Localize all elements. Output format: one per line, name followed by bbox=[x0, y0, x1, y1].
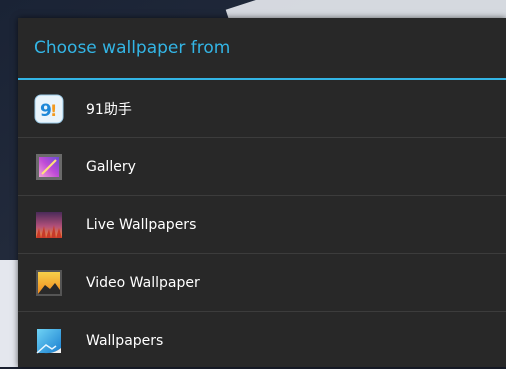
option-video-wallpaper[interactable]: Video Wallpaper bbox=[18, 254, 506, 312]
option-label: Live Wallpapers bbox=[86, 216, 197, 233]
live-wallpapers-icon bbox=[34, 210, 64, 240]
option-label: Gallery bbox=[86, 158, 136, 175]
option-gallery[interactable]: Gallery bbox=[18, 138, 506, 196]
dialog-title: Choose wallpaper from bbox=[18, 18, 506, 80]
video-wallpaper-icon bbox=[34, 268, 64, 298]
gallery-icon bbox=[34, 152, 64, 182]
91-assistant-icon: 9 ! bbox=[34, 94, 64, 124]
wallpaper-chooser-dialog: Choose wallpaper from 9 ! 91助手 Gallery L… bbox=[18, 18, 506, 367]
wallpapers-icon bbox=[34, 326, 64, 356]
option-wallpapers[interactable]: Wallpapers bbox=[18, 312, 506, 369]
option-label: 91助手 bbox=[86, 101, 132, 118]
option-91-assistant[interactable]: 9 ! 91助手 bbox=[18, 80, 506, 138]
option-label: Video Wallpaper bbox=[86, 274, 200, 291]
option-live-wallpapers[interactable]: Live Wallpapers bbox=[18, 196, 506, 254]
svg-text:!: ! bbox=[50, 101, 57, 120]
option-label: Wallpapers bbox=[86, 332, 164, 349]
